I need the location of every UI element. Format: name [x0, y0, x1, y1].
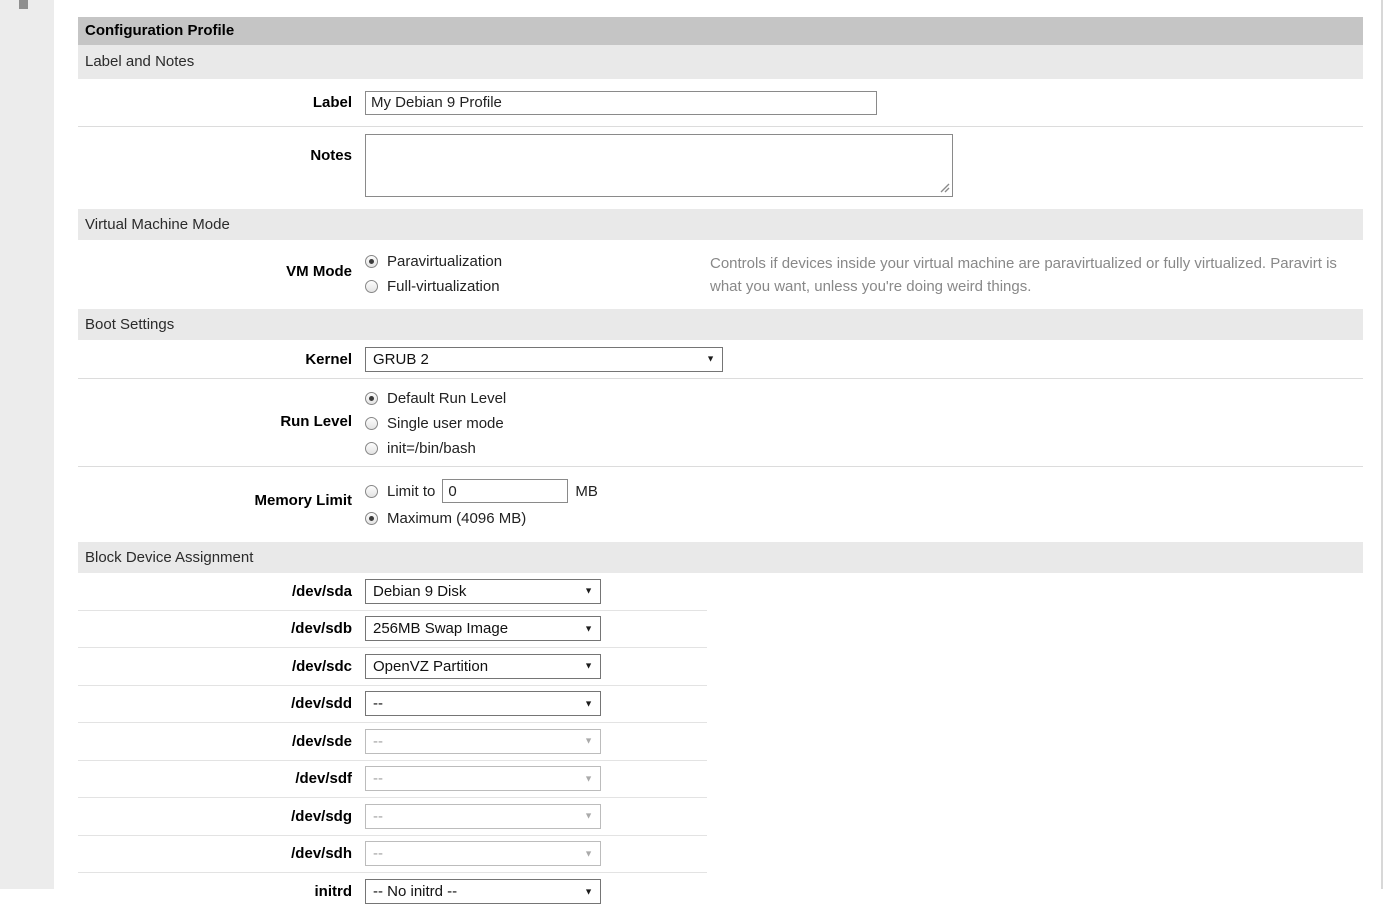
device-row-sde: /dev/sde -- ▼ — [78, 723, 707, 761]
dropdown-arrow-icon: ▼ — [584, 624, 593, 633]
memory-limit-to-label: Limit to — [387, 483, 435, 500]
device-select-sdf-value: -- — [373, 770, 383, 787]
device-select-sdb[interactable]: 256MB Swap Image ▼ — [365, 616, 601, 641]
vm-mode-paravirtualization-radio[interactable] — [365, 255, 378, 268]
device-select-sde: -- ▼ — [365, 729, 601, 754]
dropdown-arrow-icon: ▼ — [706, 355, 715, 364]
device-label-sde: /dev/sde — [78, 733, 365, 750]
label-field-row: Label — [78, 79, 1363, 127]
memory-limit-label: Memory Limit — [78, 492, 365, 509]
memory-limit-input[interactable] — [442, 479, 568, 503]
device-select-sda-value: Debian 9 Disk — [373, 583, 466, 600]
device-label-sdb: /dev/sdb — [78, 620, 365, 637]
memory-limit-row: Memory Limit Limit to MB Maximum (4096 M… — [78, 467, 1363, 539]
device-select-sdh-value: -- — [373, 845, 383, 862]
device-row-sdc: /dev/sdc OpenVZ Partition ▼ — [78, 648, 707, 686]
device-select-sdd[interactable]: -- ▼ — [365, 691, 601, 716]
device-select-sdc[interactable]: OpenVZ Partition ▼ — [365, 654, 601, 679]
kernel-select[interactable]: GRUB 2 ▼ — [365, 347, 723, 372]
scrollbar-thumb[interactable] — [19, 0, 28, 9]
device-row-sdh: /dev/sdh -- ▼ — [78, 836, 707, 874]
dropdown-arrow-icon: ▼ — [584, 849, 593, 858]
device-row-sdg: /dev/sdg -- ▼ — [78, 798, 707, 836]
device-label-sdd: /dev/sdd — [78, 695, 365, 712]
page-right-border — [1381, 0, 1383, 889]
vm-mode-full-virtualization-radio[interactable] — [365, 280, 378, 293]
run-level-init-bash-label: init=/bin/bash — [387, 440, 476, 457]
device-select-sdf: -- ▼ — [365, 766, 601, 791]
page-title: Configuration Profile — [78, 17, 1363, 45]
run-level-single-user-radio[interactable] — [365, 417, 378, 430]
device-select-sde-value: -- — [373, 733, 383, 750]
dropdown-arrow-icon: ▼ — [584, 699, 593, 708]
vm-mode-label: VM Mode — [78, 263, 365, 280]
label-input[interactable] — [365, 91, 877, 115]
run-level-row: Run Level Default Run Level Single user … — [78, 379, 1363, 467]
dropdown-arrow-icon: ▼ — [584, 587, 593, 596]
initrd-select[interactable]: -- No initrd -- ▼ — [365, 879, 601, 904]
dropdown-arrow-icon: ▼ — [584, 774, 593, 783]
device-select-sdh: -- ▼ — [365, 841, 601, 866]
section-header-label-and-notes: Label and Notes — [78, 45, 1363, 79]
section-header-block-device-assignment: Block Device Assignment — [78, 542, 1363, 573]
label-field-label: Label — [78, 94, 365, 111]
kernel-row: Kernel GRUB 2 ▼ — [78, 340, 1363, 379]
dropdown-arrow-icon: ▼ — [584, 812, 593, 821]
memory-maximum-label: Maximum (4096 MB) — [387, 510, 526, 527]
dropdown-arrow-icon: ▼ — [584, 662, 593, 671]
dropdown-arrow-icon: ▼ — [584, 737, 593, 746]
run-level-default-radio[interactable] — [365, 392, 378, 405]
initrd-select-value: -- No initrd -- — [373, 883, 457, 900]
kernel-label: Kernel — [78, 351, 365, 368]
device-row-sda: /dev/sda Debian 9 Disk ▼ — [78, 573, 707, 611]
vm-mode-help-text: Controls if devices inside your virtual … — [710, 252, 1355, 298]
device-row-sdf: /dev/sdf -- ▼ — [78, 761, 707, 799]
vm-mode-paravirtualization-label: Paravirtualization — [387, 253, 502, 270]
initrd-label: initrd — [78, 883, 365, 900]
device-row-sdb: /dev/sdb 256MB Swap Image ▼ — [78, 611, 707, 649]
device-label-sdg: /dev/sdg — [78, 808, 365, 825]
section-header-boot-settings: Boot Settings — [78, 309, 1363, 340]
device-select-sda[interactable]: Debian 9 Disk ▼ — [365, 579, 601, 604]
configuration-profile-form: Configuration Profile Label and Notes La… — [78, 17, 1363, 911]
device-select-sdd-value: -- — [373, 695, 383, 712]
section-header-virtual-machine-mode: Virtual Machine Mode — [78, 209, 1363, 240]
device-row-sdd: /dev/sdd -- ▼ — [78, 686, 707, 724]
initrd-row: initrd -- No initrd -- ▼ — [78, 873, 707, 911]
vm-mode-row: VM Mode Paravirtualization Full-virtuali… — [78, 240, 1363, 306]
device-label-sda: /dev/sda — [78, 583, 365, 600]
memory-limit-to-radio[interactable] — [365, 485, 378, 498]
kernel-select-value: GRUB 2 — [373, 351, 429, 368]
notes-field-row: Notes — [78, 127, 1363, 206]
device-select-sdb-value: 256MB Swap Image — [373, 620, 508, 637]
vm-mode-full-virtualization-label: Full-virtualization — [387, 278, 500, 295]
device-select-sdg: -- ▼ — [365, 804, 601, 829]
run-level-single-user-label: Single user mode — [387, 415, 504, 432]
device-select-sdc-value: OpenVZ Partition — [373, 658, 488, 675]
notes-field-label: Notes — [78, 147, 365, 164]
run-level-init-bash-radio[interactable] — [365, 442, 378, 455]
page-left-margin — [0, 0, 54, 889]
memory-limit-unit: MB — [575, 483, 598, 500]
device-label-sdc: /dev/sdc — [78, 658, 365, 675]
device-label-sdf: /dev/sdf — [78, 770, 365, 787]
notes-textarea[interactable] — [365, 134, 953, 197]
memory-maximum-radio[interactable] — [365, 512, 378, 525]
run-level-default-label: Default Run Level — [387, 390, 506, 407]
run-level-label: Run Level — [78, 413, 365, 430]
device-select-sdg-value: -- — [373, 808, 383, 825]
device-label-sdh: /dev/sdh — [78, 845, 365, 862]
